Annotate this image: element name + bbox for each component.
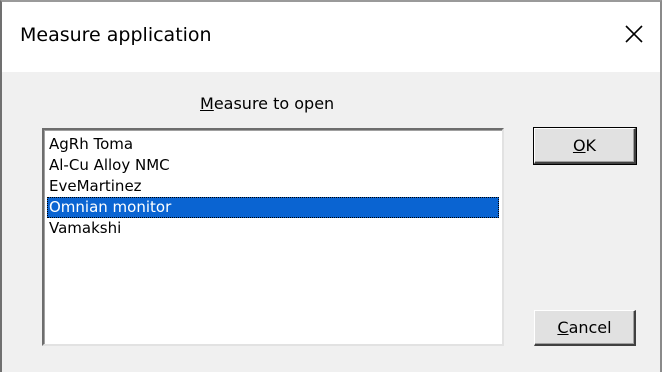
ok-button-mnemonic: O [572,136,586,155]
list-item-selected[interactable]: Omnian monitor [47,197,499,218]
ok-button[interactable]: OK [533,127,637,165]
cancel-button-mnemonic: C [557,318,569,337]
window-title: Measure application [20,24,212,46]
measure-list-label: Measure to open [200,94,334,113]
close-icon [625,25,643,43]
ok-button-label: K [585,136,597,155]
list-item[interactable]: Vamakshi [47,218,499,239]
measure-list-label-mnemonic: M [200,94,214,113]
close-button[interactable] [616,16,652,52]
title-bar: Measure application [2,2,660,72]
list-item[interactable]: EveMartinez [47,176,499,197]
cancel-button[interactable]: Cancel [534,310,636,346]
measure-list-label-text: easure to open [213,94,335,113]
measure-application-dialog: Measure application Measure to open AgRh… [0,0,662,372]
measure-listbox[interactable]: AgRh Toma Al-Cu Alloy NMC EveMartinez Om… [42,128,504,346]
list-item[interactable]: Al-Cu Alloy NMC [47,155,499,176]
cancel-button-label: ancel [568,318,612,337]
list-item[interactable]: AgRh Toma [47,134,499,155]
